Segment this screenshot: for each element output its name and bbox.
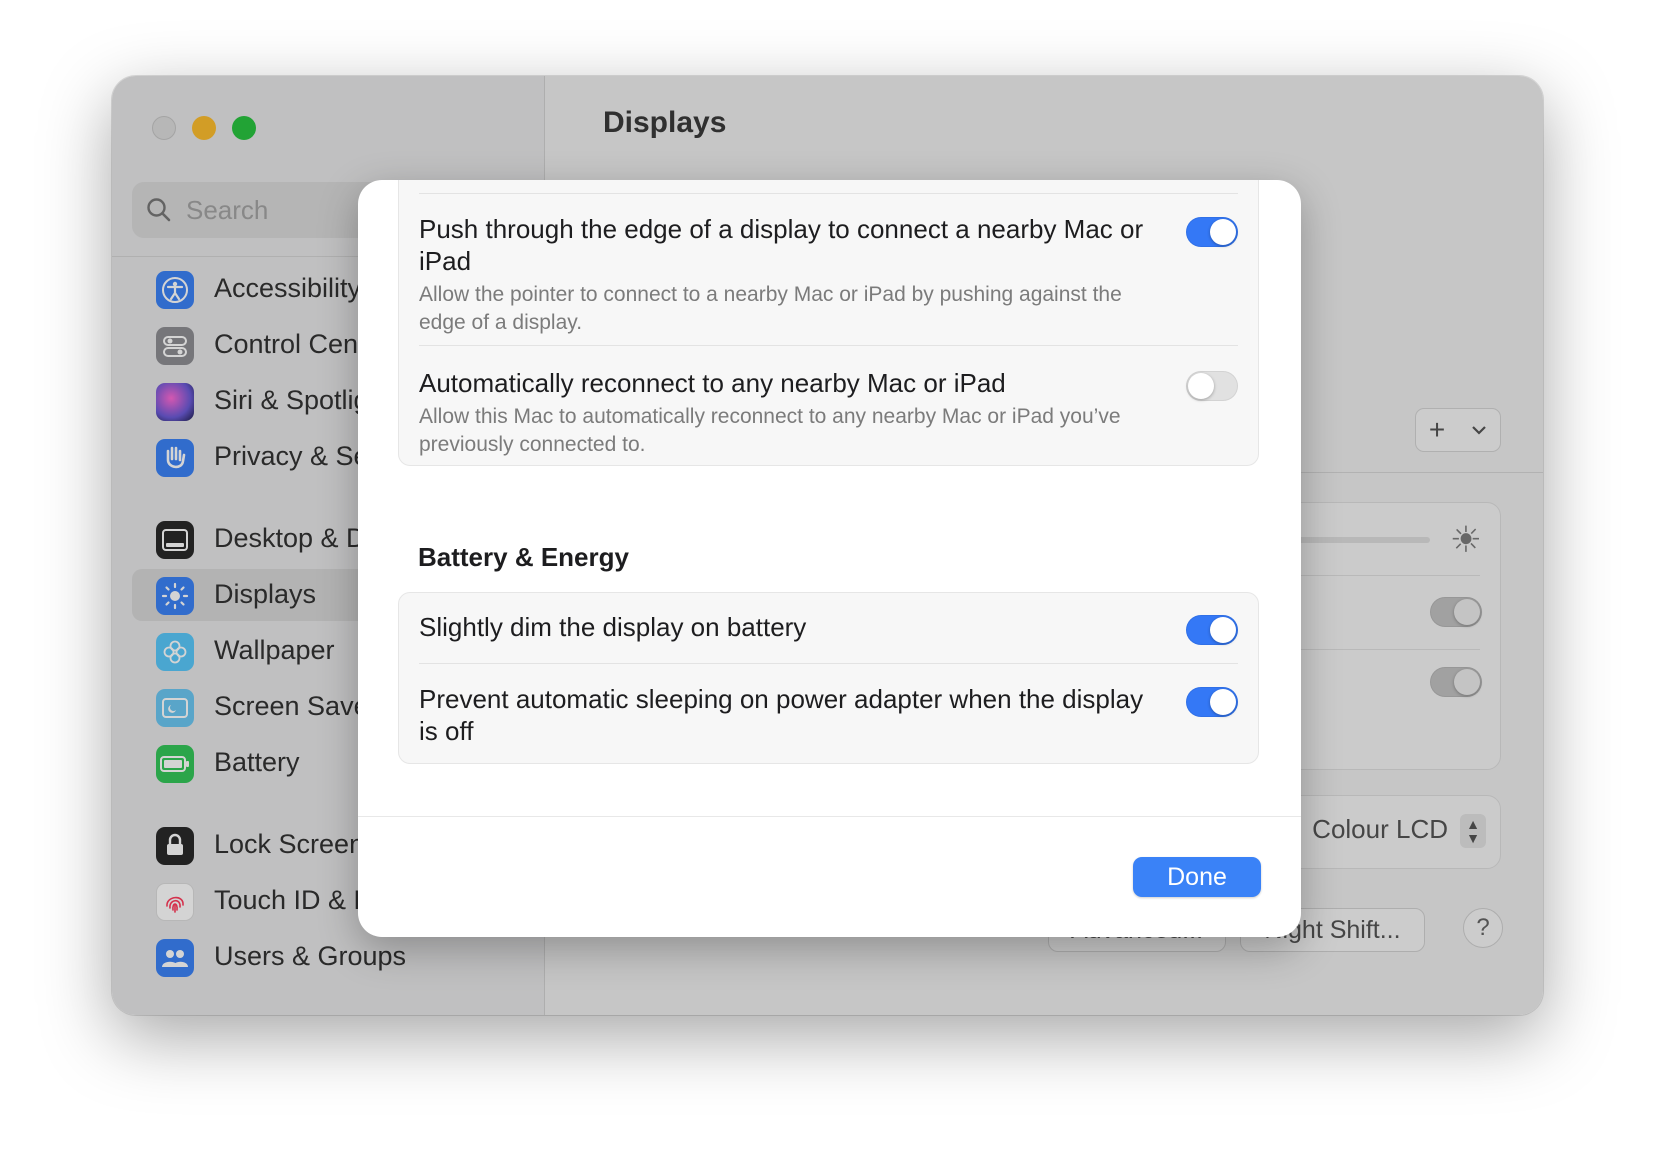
- push-through-row: Push through the edge of a display to co…: [419, 213, 1238, 337]
- row-divider: [419, 345, 1238, 346]
- push-through-description: Allow the pointer to connect to a nearby…: [419, 283, 1122, 334]
- auto-reconnect-description: Allow this Mac to automatically reconnec…: [419, 405, 1121, 456]
- mac-ipad-settings-group: Push through the edge of a display to co…: [398, 180, 1259, 466]
- auto-reconnect-toggle[interactable]: [1186, 371, 1238, 401]
- battery-energy-group: Slightly dim the display on battery Prev…: [398, 592, 1259, 764]
- row-divider: [419, 663, 1238, 664]
- footer-divider: [358, 816, 1301, 817]
- battery-energy-heading: Battery & Energy: [418, 542, 629, 572]
- push-through-toggle[interactable]: [1186, 217, 1238, 247]
- done-button[interactable]: Done: [1133, 857, 1261, 897]
- prevent-sleep-title: Prevent automatic sleeping on power adap…: [419, 684, 1144, 746]
- auto-reconnect-title: Automatically reconnect to any nearby Ma…: [419, 368, 1006, 398]
- dim-on-battery-row: Slightly dim the display on battery: [419, 611, 1238, 645]
- push-through-title: Push through the edge of a display to co…: [419, 214, 1144, 276]
- prevent-sleep-toggle[interactable]: [1186, 687, 1238, 717]
- advanced-settings-sheet: Push through the edge of a display to co…: [358, 180, 1301, 937]
- prevent-sleep-row: Prevent automatic sleeping on power adap…: [419, 683, 1238, 747]
- row-divider: [419, 193, 1238, 194]
- dim-on-battery-title: Slightly dim the display on battery: [419, 612, 807, 642]
- auto-reconnect-row: Automatically reconnect to any nearby Ma…: [419, 367, 1238, 459]
- dim-on-battery-toggle[interactable]: [1186, 615, 1238, 645]
